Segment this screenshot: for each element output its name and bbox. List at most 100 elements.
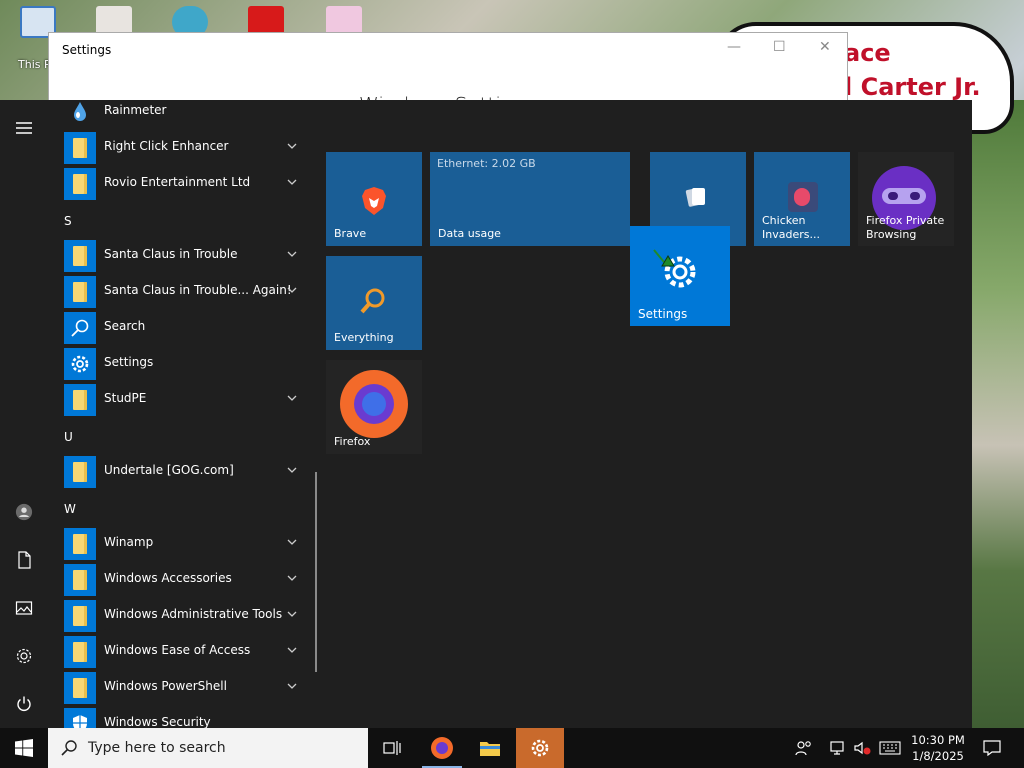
picture-icon	[15, 601, 33, 615]
app-item-label: Winamp	[104, 535, 154, 549]
folder-icon	[64, 600, 96, 632]
windows-logo-icon	[15, 739, 33, 757]
taskbar-firefox[interactable]	[418, 728, 466, 768]
pictures-button[interactable]	[0, 588, 48, 628]
chevron-down-icon[interactable]	[286, 392, 298, 404]
app-item-santa-claus-in-trouble[interactable]: Santa Claus in Trouble	[48, 237, 310, 273]
app-item-windows-security[interactable]: Windows Security	[48, 705, 310, 728]
tile-firefox[interactable]: Firefox	[326, 360, 422, 454]
folder-icon	[480, 742, 500, 756]
gear-icon	[531, 739, 549, 757]
app-item-studpe[interactable]: StudPE	[48, 381, 310, 417]
tile-data-usage[interactable]: Ethernet: 2.02 GB Data usage	[430, 152, 630, 246]
firefox-icon	[340, 370, 408, 438]
brave-icon	[362, 187, 386, 215]
chevron-down-icon[interactable]	[286, 644, 298, 656]
shield-icon	[64, 708, 96, 728]
folder-icon	[64, 132, 96, 164]
documents-button[interactable]	[0, 540, 48, 580]
tile-chicken-invaders[interactable]: Chicken Invaders...	[754, 152, 850, 246]
app-item-label: Santa Claus in Trouble... Again!	[104, 283, 292, 297]
tile-label: Settings	[638, 307, 688, 321]
chevron-down-icon[interactable]	[286, 248, 298, 260]
close-button[interactable]: ✕	[819, 39, 831, 55]
chevron-down-icon[interactable]	[286, 608, 298, 620]
hamburger-menu-button[interactable]	[0, 108, 48, 148]
section-letter-w[interactable]: W	[64, 502, 76, 516]
taskbar-settings[interactable]	[516, 728, 564, 768]
tile-brave[interactable]: Brave	[326, 152, 422, 246]
task-view-icon	[383, 741, 401, 755]
app-item-windows-accessories[interactable]: Windows Accessories	[48, 561, 310, 597]
app-item-windows-administrative-tools[interactable]: Windows Administrative Tools	[48, 597, 310, 633]
minimize-button[interactable]: —	[727, 39, 741, 55]
background-tree	[972, 100, 1024, 728]
app-item-windows-powershell[interactable]: Windows PowerShell	[48, 669, 310, 705]
folder-icon	[64, 168, 96, 200]
power-icon	[17, 696, 31, 711]
chevron-down-icon[interactable]	[286, 464, 298, 476]
hamburger-icon	[16, 122, 32, 134]
christmas-tree-cursor-icon	[653, 249, 675, 267]
rainmeter-icon	[64, 100, 96, 128]
volume-button[interactable]	[850, 728, 874, 768]
document-icon	[18, 551, 31, 569]
maximize-button[interactable]: ☐	[773, 39, 786, 55]
taskbar-search-box[interactable]: Type here to search	[48, 728, 368, 768]
app-item-label: StudPE	[104, 391, 147, 405]
start-rail	[0, 100, 48, 728]
app-item-label: Windows Ease of Access	[104, 643, 251, 657]
chevron-down-icon[interactable]	[286, 284, 298, 296]
app-item-label: Windows Security	[104, 715, 211, 728]
tile-label: Data usage	[438, 227, 501, 240]
section-letter-u[interactable]: U	[64, 430, 73, 444]
app-item-label: Windows Accessories	[104, 571, 232, 585]
taskbar-file-explorer[interactable]	[466, 728, 514, 768]
clock-date: 1/8/2025	[912, 749, 964, 763]
chevron-down-icon[interactable]	[286, 572, 298, 584]
tile-label: Chicken Invaders...	[762, 214, 820, 241]
app-item-search[interactable]: Search	[48, 309, 310, 345]
app-item-santa-claus-again[interactable]: Santa Claus in Trouble... Again!	[48, 273, 310, 309]
chicken-invaders-icon	[788, 182, 818, 212]
power-button[interactable]	[0, 684, 48, 724]
settings-rail-button[interactable]	[0, 636, 48, 676]
cards-icon	[685, 188, 705, 207]
app-item-rovio-entertainment[interactable]: Rovio Entertainment Ltd	[48, 165, 310, 201]
app-item-windows-ease-of-access[interactable]: Windows Ease of Access	[48, 633, 310, 669]
taskbar-clock[interactable]: 10:30 PM 1/8/2025	[896, 732, 980, 764]
firefox-icon	[431, 737, 453, 759]
folder-icon	[64, 384, 96, 416]
folder-icon	[64, 636, 96, 668]
folder-icon	[64, 564, 96, 596]
chevron-down-icon[interactable]	[286, 140, 298, 152]
app-item-label: Rainmeter	[104, 103, 167, 117]
tile-sublabel: Ethernet: 2.02 GB	[437, 157, 536, 170]
app-list-scrollbar[interactable]	[315, 472, 317, 672]
start-button[interactable]	[0, 728, 48, 768]
section-letter-s[interactable]: S	[64, 214, 72, 228]
chevron-down-icon[interactable]	[286, 536, 298, 548]
network-button[interactable]	[826, 728, 850, 768]
user-account-button[interactable]	[0, 492, 48, 532]
app-item-rainmeter[interactable]: Rainmeter	[48, 100, 310, 129]
action-center-button[interactable]	[980, 728, 1004, 768]
app-item-label: Undertale [GOG.com]	[104, 463, 234, 477]
task-view-button[interactable]	[368, 728, 416, 768]
app-list: Rainmeter Right Click Enhancer Rovio Ent…	[48, 100, 318, 728]
search-icon	[61, 740, 77, 756]
app-item-label: Search	[104, 319, 146, 333]
window-title: Settings	[62, 43, 112, 57]
app-item-right-click-enhancer[interactable]: Right Click Enhancer	[48, 129, 310, 165]
tile-settings-dragging[interactable]: Settings	[630, 226, 730, 326]
app-item-settings[interactable]: Settings	[48, 345, 310, 381]
tile-everything[interactable]: Everything	[326, 256, 422, 350]
people-button[interactable]	[790, 728, 818, 768]
app-item-undertale[interactable]: Undertale [GOG.com]	[48, 453, 310, 489]
magnifier-icon	[360, 288, 385, 314]
chevron-down-icon[interactable]	[286, 176, 298, 188]
tile-firefox-private[interactable]: Firefox Private Browsing	[858, 152, 954, 246]
app-item-winamp[interactable]: Winamp	[48, 525, 310, 561]
search-icon	[64, 312, 96, 344]
chevron-down-icon[interactable]	[286, 680, 298, 692]
